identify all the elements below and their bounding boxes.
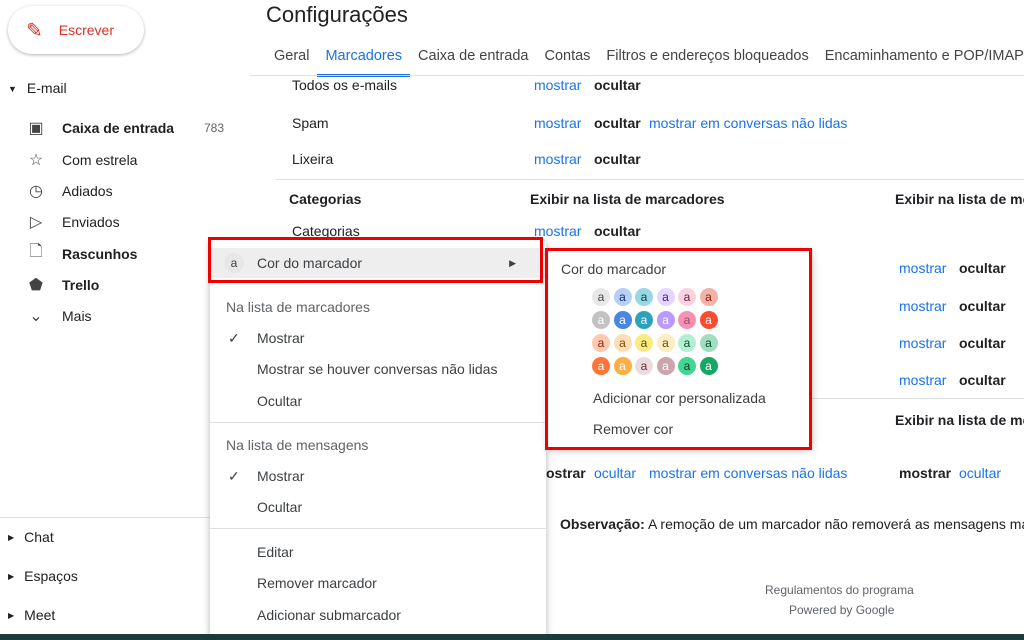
hide-option[interactable]: ocultar xyxy=(959,260,1006,276)
row-label: Spam xyxy=(292,115,329,131)
hide-option[interactable]: ocultar xyxy=(594,151,641,167)
sidebar-item-snoozed[interactable]: ◷ Adiados xyxy=(0,175,250,206)
column-header: Exibir na lista de mer xyxy=(895,191,1024,207)
compose-button[interactable]: ✎ Escrever xyxy=(8,6,144,54)
page-title: Configurações xyxy=(266,2,408,27)
sidebar-item-starred[interactable]: ☆ Com estrela xyxy=(0,144,250,175)
column-header: Exibir na lista de marcadores xyxy=(530,191,725,207)
hide-link[interactable]: ocultar xyxy=(959,465,1001,481)
tab-inbox[interactable]: Caixa de entrada xyxy=(410,44,536,77)
tab-accounts[interactable]: Contas xyxy=(536,44,598,77)
hide-link[interactable]: ocultar xyxy=(594,465,636,481)
tab-forwarding[interactable]: Encaminhamento e POP/IMAP xyxy=(817,44,1024,77)
tab-general[interactable]: Geral xyxy=(266,44,317,77)
sidebar-item-inbox[interactable]: ▣ Caixa de entrada 783 xyxy=(0,112,250,143)
sidebar-item-sent[interactable]: ▷ Enviados xyxy=(0,206,250,237)
show-link[interactable]: mostrar xyxy=(534,151,581,167)
show-link[interactable]: mostrar xyxy=(534,77,581,93)
divider xyxy=(250,75,1024,76)
highlight-box xyxy=(208,237,543,283)
divider xyxy=(210,422,546,423)
caret-right-icon: ▶ xyxy=(8,532,15,542)
column-header: Exibir na lista de mer xyxy=(895,412,1024,428)
show-unread-link[interactable]: mostrar em conversas não lidas xyxy=(649,465,847,481)
settings-tabs: Geral Marcadores Caixa de entrada Contas… xyxy=(266,44,1024,77)
show-option[interactable]: mostrar xyxy=(899,465,951,481)
draft-icon: 🗋 xyxy=(29,243,43,260)
hide-option[interactable]: ocultar xyxy=(959,335,1006,351)
divider xyxy=(210,528,546,529)
menu-item-hide-messages[interactable]: Ocultar xyxy=(257,499,593,515)
show-link[interactable]: mostrar xyxy=(899,260,946,276)
menu-section-header: Na lista de mensagens xyxy=(226,437,369,453)
divider xyxy=(276,179,1024,180)
caret-right-icon: ▶ xyxy=(8,571,15,581)
menu-item-show[interactable]: ✓ Mostrar xyxy=(228,330,564,347)
note: Observação: A remoção de um marcador não… xyxy=(560,516,1024,532)
star-icon: ☆ xyxy=(28,151,44,169)
powered-by: Powered by Google xyxy=(789,603,895,617)
hide-option[interactable]: ocultar xyxy=(594,223,641,239)
show-link[interactable]: mostrar xyxy=(899,298,946,314)
hide-option[interactable]: ocultar xyxy=(959,372,1006,388)
menu-item-add-sublabel[interactable]: Adicionar submarcador xyxy=(257,607,593,623)
menu-item-edit[interactable]: Editar xyxy=(257,544,593,560)
check-icon: ✓ xyxy=(228,468,240,484)
row-label: Lixeira xyxy=(292,151,334,167)
tab-labels[interactable]: Marcadores xyxy=(317,44,411,77)
label-context-menu: a Cor do marcador ▶ Na lista de marcador… xyxy=(210,240,546,640)
divider xyxy=(810,398,1024,399)
taskbar xyxy=(0,634,1024,640)
caret-down-icon: ▼ xyxy=(8,84,17,94)
inbox-count: 783 xyxy=(203,120,224,135)
hide-option[interactable]: ocultar xyxy=(959,298,1006,314)
menu-item-show-if-unread[interactable]: Mostrar se houver conversas não lidas xyxy=(257,361,593,377)
section-header: Categorias xyxy=(289,191,362,207)
menu-item-show-messages[interactable]: ✓ Mostrar xyxy=(228,468,564,485)
show-unread-link[interactable]: mostrar em conversas não lidas xyxy=(649,115,847,131)
show-link[interactable]: mostrar xyxy=(899,372,946,388)
send-icon: ▷ xyxy=(29,213,43,231)
tab-filters[interactable]: Filtros e endereços bloqueados xyxy=(598,44,816,77)
pencil-icon: ✎ xyxy=(26,19,43,42)
highlight-box xyxy=(545,248,812,450)
label-icon: ⬟ xyxy=(29,276,43,294)
hide-option[interactable]: ocultar xyxy=(594,77,641,93)
chevron-down-icon: ⌄ xyxy=(29,307,43,325)
hide-option[interactable]: ocultar xyxy=(594,115,641,131)
menu-item-remove-label[interactable]: Remover marcador xyxy=(257,575,593,591)
show-link[interactable]: mostrar xyxy=(899,335,946,351)
policies-link[interactable]: Regulamentos do programa xyxy=(765,583,914,597)
menu-section-header: Na lista de marcadores xyxy=(226,299,370,315)
clock-icon: ◷ xyxy=(29,182,43,200)
menu-item-hide[interactable]: Ocultar xyxy=(257,393,593,409)
show-link[interactable]: mostrar xyxy=(534,115,581,131)
row-label: Todos os e-mails xyxy=(292,77,398,93)
email-section-header[interactable]: ▼ E-mail xyxy=(8,80,67,98)
check-icon: ✓ xyxy=(228,330,240,346)
caret-right-icon: ▶ xyxy=(8,610,15,620)
inbox-icon: ▣ xyxy=(28,119,44,137)
